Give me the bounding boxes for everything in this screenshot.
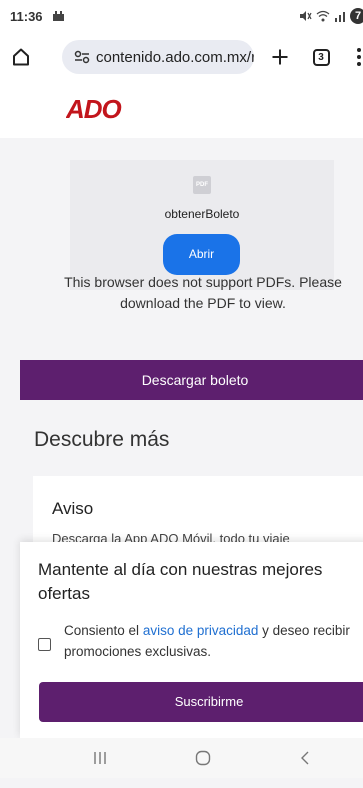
mute-icon [300, 11, 312, 21]
pdf-unsupported-message: This browser does not support PDFs. Plea… [64, 274, 342, 311]
home-nav-icon [195, 750, 211, 766]
url-text: contenido.ado.com.mx/r [96, 48, 254, 66]
discover-heading: Descubre más [34, 428, 170, 451]
home-nav-button[interactable] [188, 746, 218, 770]
consent-checkbox[interactable] [38, 638, 51, 651]
subscribe-button[interactable]: Suscribirme [39, 682, 363, 722]
site-settings-icon[interactable] [74, 50, 90, 64]
wifi-icon [316, 10, 330, 22]
overflow-menu-icon[interactable] [352, 42, 363, 72]
status-indicators: 7 [299, 8, 363, 24]
new-tab-button[interactable] [265, 42, 295, 72]
pdf-file-icon: PDF [193, 176, 211, 194]
open-pdf-button[interactable]: Abrir [163, 234, 240, 275]
site-header: ADO [0, 80, 363, 138]
subscribe-title: Mantente al día con nuestras mejores ofe… [38, 560, 323, 603]
battery-indicator: 7 [350, 8, 363, 24]
new-tab-icon [272, 49, 288, 65]
home-button[interactable] [6, 42, 36, 72]
status-time: 11:36 [10, 9, 43, 24]
back-icon [301, 751, 309, 765]
download-ticket-button[interactable]: Descargar boleto [20, 360, 363, 400]
svg-text:ADO: ADO [66, 96, 122, 122]
privacy-notice-link[interactable]: aviso de privacidad [143, 623, 259, 638]
recents-button[interactable] [85, 746, 115, 770]
system-nav-bar [0, 738, 363, 778]
browser-toolbar: contenido.ado.com.mx/r 3 [0, 34, 363, 80]
consent-text: Consiento el aviso de privacidad y deseo… [64, 620, 363, 662]
signal-icon [335, 12, 345, 22]
address-bar[interactable]: contenido.ado.com.mx/r [62, 40, 254, 74]
status-bar: 11:36 7 [0, 0, 363, 34]
subscribe-panel: Mantente al día con nuestras mejores ofe… [20, 542, 363, 738]
home-icon [13, 48, 29, 66]
consent-prefix: Consiento el [64, 623, 143, 638]
pdf-embed: PDF obtenerBoleto Abrir [70, 160, 334, 290]
tab-switcher-icon: 3 [312, 48, 330, 66]
tab-switcher-button[interactable]: 3 [306, 42, 336, 72]
recents-icon [94, 752, 106, 764]
pdf-file-name: obtenerBoleto [164, 207, 240, 221]
notice-title: Aviso [52, 499, 94, 518]
notification-app-icon [53, 11, 64, 21]
ado-logo[interactable]: ADO [66, 96, 136, 122]
back-button[interactable] [290, 746, 320, 770]
